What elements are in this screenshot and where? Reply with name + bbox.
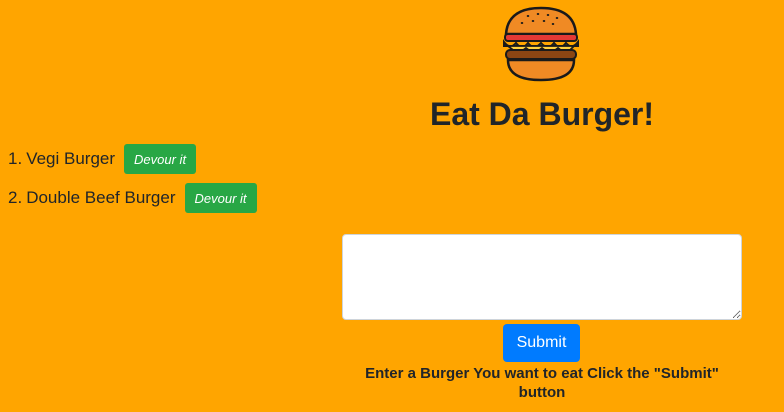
devour-button[interactable]: Devour it — [184, 183, 257, 213]
devour-button[interactable]: Devour it — [124, 144, 197, 174]
burger-name-input[interactable] — [342, 234, 742, 320]
burger-name: Double Beef Burger — [26, 188, 176, 207]
page-title: Eat Da Burger! — [429, 96, 655, 132]
list-item: 2. Double Beef Burger Devour it — [8, 183, 257, 213]
hamburger-icon — [500, 4, 582, 84]
burger-list: 1. Vegi Burger Devour it 2. Double Beef … — [8, 144, 257, 222]
list-item-number: 1. — [8, 149, 23, 168]
burger-name: Vegi Burger — [26, 149, 116, 168]
instructions-text: Enter a Burger You want to eat Click the… — [365, 365, 719, 401]
list-item: 1. Vegi Burger Devour it — [8, 144, 257, 174]
list-item-number: 2. — [8, 188, 23, 207]
submit-button[interactable]: Submit — [503, 324, 580, 362]
page: Eat Da Burger! 1. Vegi Burger Devour it … — [0, 0, 784, 412]
